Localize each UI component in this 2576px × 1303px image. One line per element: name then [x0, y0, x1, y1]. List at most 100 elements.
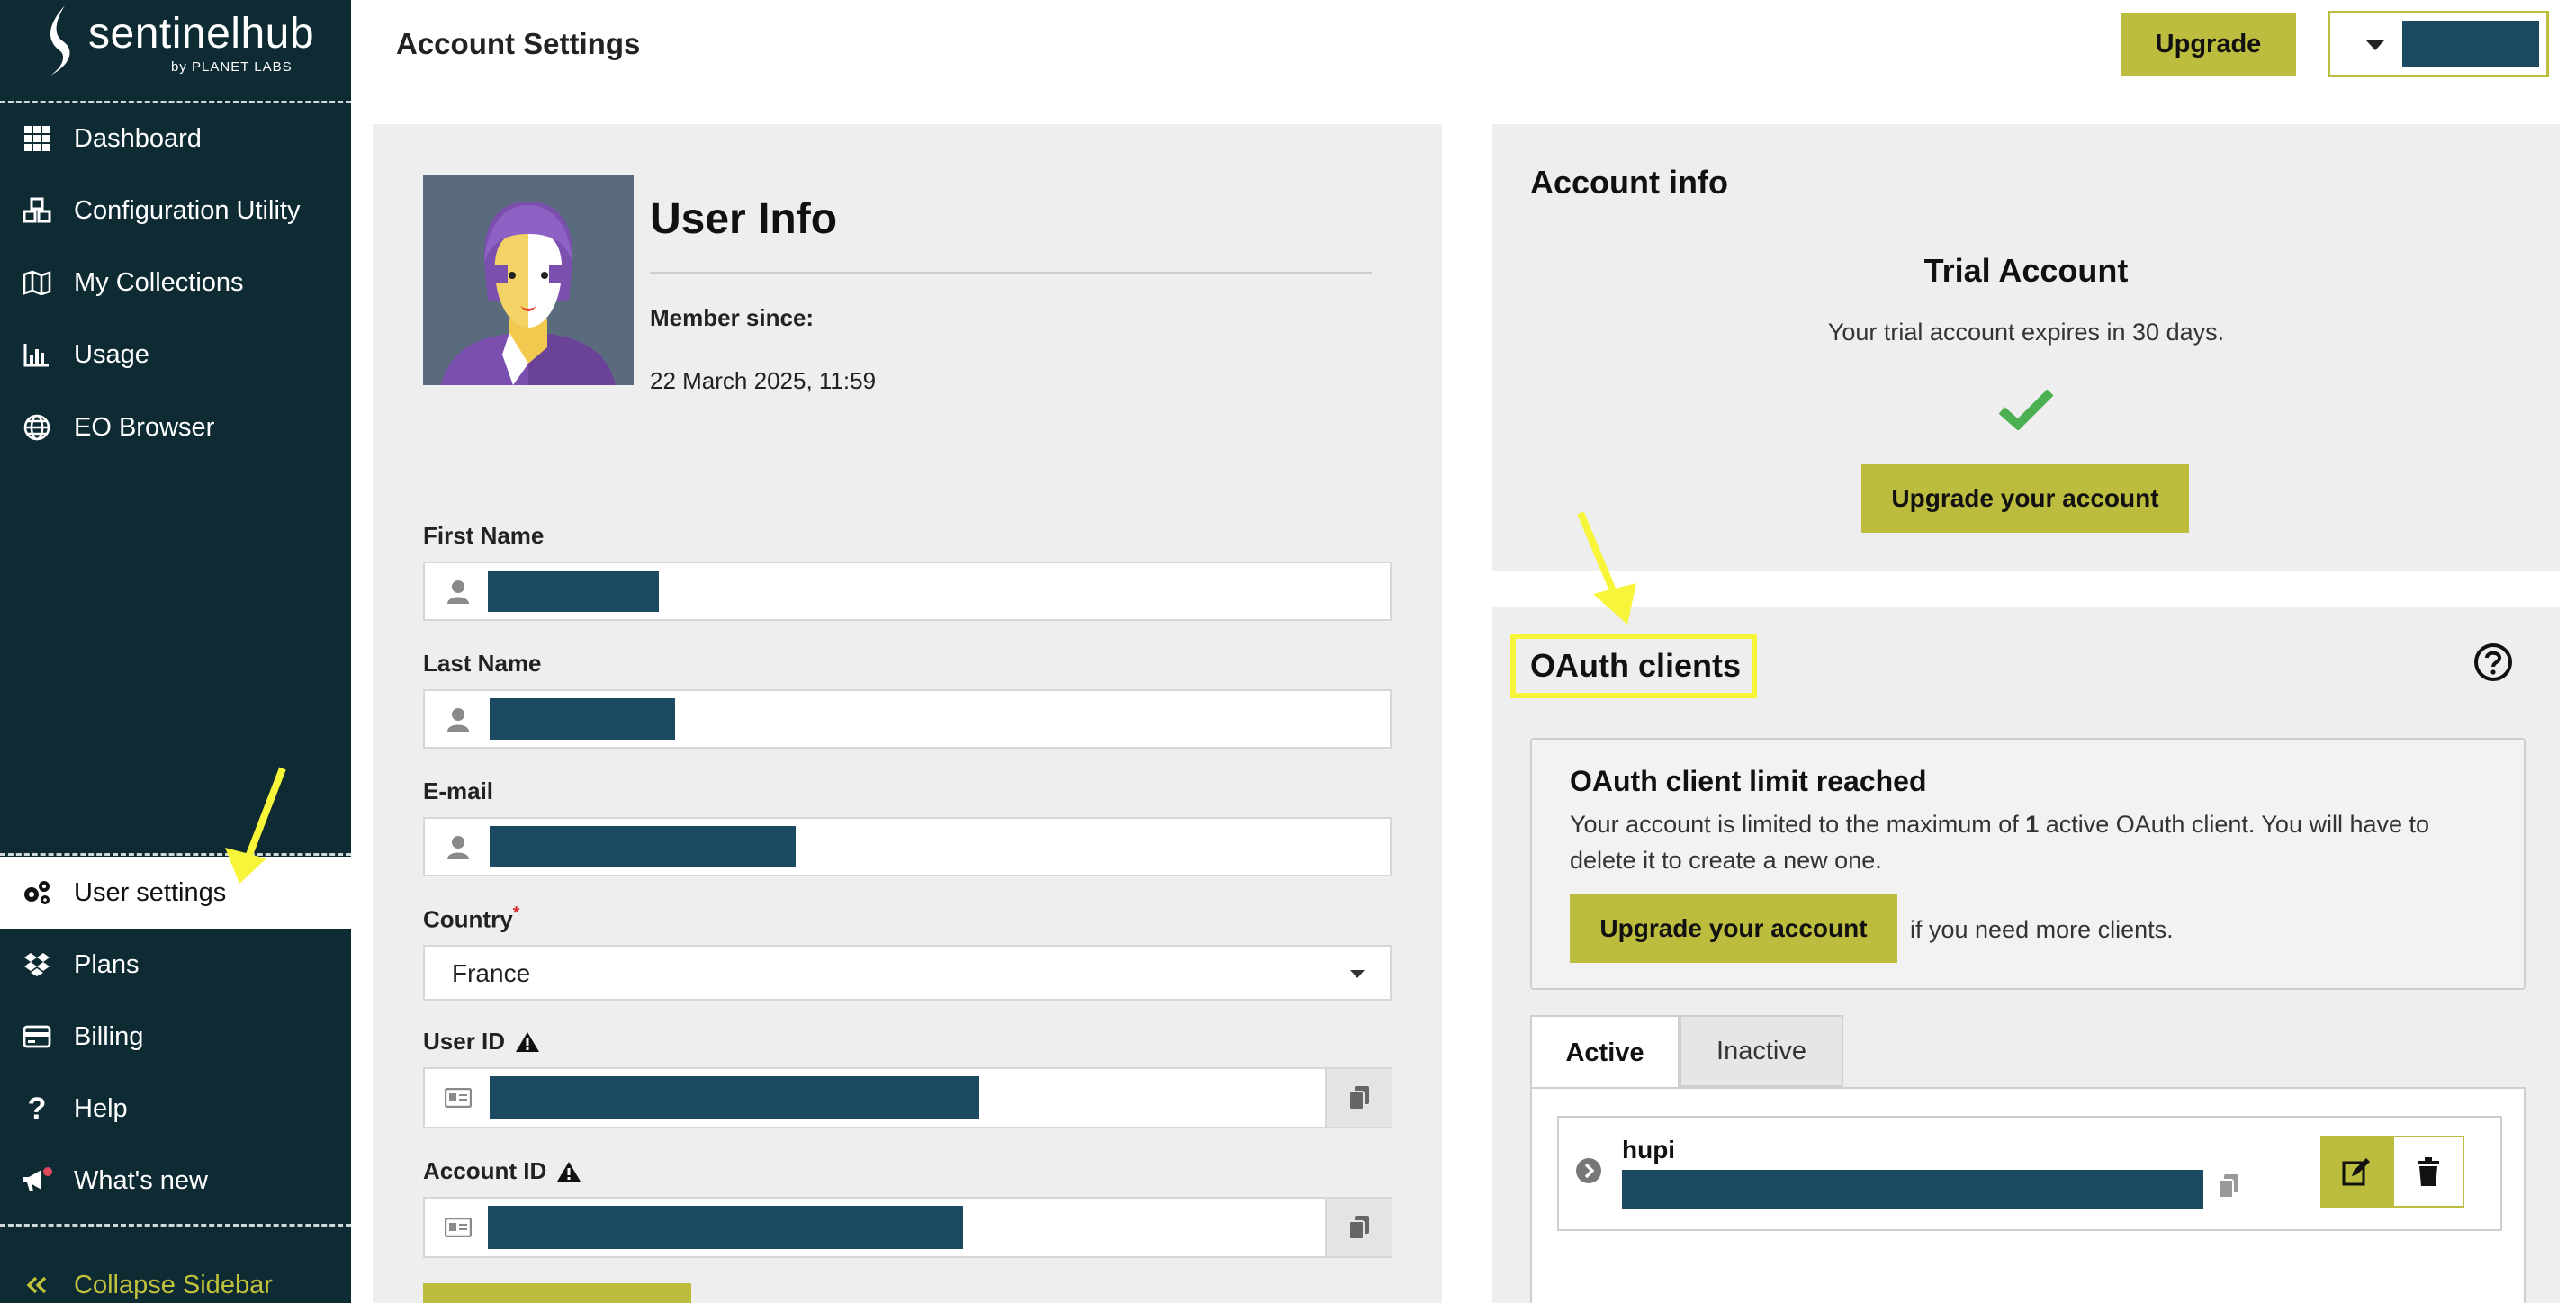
redacted-value: [490, 1076, 979, 1119]
sidebar-item-label: Dashboard: [74, 123, 202, 153]
member-since-label: Member since:: [650, 304, 815, 331]
user-icon: [425, 691, 491, 747]
logo-subtitle: by PLANET LABS: [171, 59, 293, 75]
sentinelhub-logo-icon: [50, 5, 70, 76]
sidebar-item-label: My Collections: [74, 267, 244, 297]
globe-icon: [0, 413, 74, 442]
trash-icon: [2418, 1157, 2439, 1186]
grid-icon: [0, 125, 74, 152]
sidebar-item-eo-browser[interactable]: EO Browser: [0, 391, 351, 463]
last-name-label: Last Name: [423, 650, 542, 677]
collapse-sidebar-button[interactable]: Collapse Sidebar: [0, 1249, 351, 1303]
avatar: [423, 175, 634, 385]
account-id-label-text: Account ID: [423, 1157, 547, 1184]
sidebar-item-whats-new[interactable]: What's new: [0, 1145, 351, 1217]
client-name: hupi: [1622, 1136, 1676, 1164]
copy-user-id-button[interactable]: [1325, 1069, 1392, 1127]
warning-icon[interactable]: [555, 1160, 582, 1183]
sidebar-item-billing[interactable]: Billing: [0, 1001, 351, 1073]
sidebar-item-label: Plans: [74, 949, 140, 979]
upgrade-button[interactable]: Upgrade: [2121, 13, 2296, 76]
sidebar-item-dashboard[interactable]: Dashboard: [0, 103, 351, 175]
sidebar-item-help[interactable]: ? Help: [0, 1073, 351, 1145]
redacted-value: [488, 1206, 963, 1249]
account-info-title: Account info: [1530, 164, 1728, 201]
oauth-clients-title: OAuth clients: [1510, 634, 1757, 698]
first-name-label: First Name: [423, 522, 545, 549]
oauth-limit-notice: OAuth client limit reached Your account …: [1530, 738, 2526, 990]
plan-name: Trial Account: [1923, 252, 2129, 289]
user-id-field[interactable]: [423, 1067, 1392, 1128]
double-chevron-left-icon: [0, 1275, 74, 1295]
warning-icon[interactable]: [514, 1030, 541, 1054]
caret-down-icon: [1350, 970, 1365, 978]
save-button[interactable]: [423, 1283, 691, 1303]
user-icon: [425, 563, 491, 619]
user-menu-dropdown[interactable]: [2328, 11, 2549, 77]
country-select[interactable]: France: [423, 945, 1392, 1001]
logo[interactable]: sentinelhub by PLANET LABS: [0, 0, 351, 101]
first-name-field[interactable]: [423, 562, 1392, 621]
copy-account-id-button[interactable]: [1325, 1199, 1392, 1256]
limit-title: OAuth client limit reached: [1570, 765, 1927, 797]
sidebar-item-label: Usage: [74, 339, 149, 369]
oauth-clients-panel: OAuth clients OAuth client limit reached…: [1492, 607, 2560, 1303]
redacted-value: [490, 826, 796, 867]
divider: [650, 272, 1372, 274]
account-id-field[interactable]: [423, 1197, 1392, 1258]
country-select-value: France: [452, 959, 531, 987]
user-info-title: User Info: [650, 195, 838, 243]
gears-icon: [0, 879, 74, 906]
sidebar-item-plans[interactable]: Plans: [0, 929, 351, 1001]
help-circle-icon[interactable]: [2473, 643, 2513, 682]
sidebar-item-configuration-utility[interactable]: Configuration Utility: [0, 175, 351, 247]
edit-icon: [2342, 1158, 2370, 1186]
upgrade-account-button[interactable]: Upgrade your account: [1861, 464, 2189, 533]
cubes-icon: [0, 197, 74, 224]
edit-client-button[interactable]: [2320, 1136, 2392, 1208]
tab-inactive[interactable]: Inactive: [1680, 1015, 1843, 1087]
id-card-icon: [425, 1199, 491, 1256]
sidebar-item-label: Help: [74, 1093, 128, 1123]
megaphone-icon: [0, 1166, 74, 1195]
sidebar-item-label: Billing: [74, 1021, 144, 1051]
redacted-value: [488, 571, 659, 612]
limit-text: Your account is limited to the maximum o…: [1570, 806, 2497, 878]
copy-icon: [1348, 1216, 1369, 1240]
copy-icon[interactable]: [2218, 1173, 2239, 1199]
user-info-panel: User Info Member since: 22 March 2025, 1…: [373, 124, 1442, 1303]
sidebar-item-label: Configuration Utility: [74, 195, 301, 225]
question-icon: ?: [27, 1091, 47, 1126]
credit-card-icon: [0, 1025, 74, 1048]
account-info-panel: Account info Trial Account Your trial ac…: [1492, 124, 2560, 571]
trial-expiry-text: Your trial account expires in 30 days.: [1827, 319, 2225, 346]
annotation-arrow-oauth: [1577, 511, 1636, 625]
delete-client-button[interactable]: [2392, 1136, 2464, 1208]
limit-text-pre: Your account is limited to the maximum o…: [1570, 811, 2026, 838]
sidebar-item-label: User settings: [74, 877, 227, 907]
sidebar-item-label: What's new: [74, 1165, 208, 1195]
logo-name: sentinelhub: [88, 10, 315, 58]
country-label-text: Country: [423, 905, 513, 933]
expand-chevron-icon[interactable]: [1575, 1157, 1602, 1184]
page-title: Account Settings: [396, 27, 641, 60]
member-since-value: 22 March 2025, 11:59: [650, 367, 877, 394]
redacted-client-id: [1622, 1170, 2203, 1209]
email-field[interactable]: [423, 817, 1392, 876]
redacted-username: [2402, 21, 2539, 67]
user-id-label-text: User ID: [423, 1028, 506, 1055]
country-label: Country*: [423, 903, 519, 934]
bar-chart-icon: [0, 342, 74, 367]
email-label: E-mail: [423, 777, 494, 804]
oauth-client-row: hupi: [1557, 1116, 2502, 1231]
tab-active[interactable]: Active: [1530, 1015, 1680, 1089]
sidebar-item-usage[interactable]: Usage: [0, 319, 351, 391]
collapse-sidebar-label: Collapse Sidebar: [74, 1270, 273, 1299]
last-name-field[interactable]: [423, 689, 1392, 749]
user-id-label: User ID: [423, 1028, 541, 1056]
required-marker: *: [512, 903, 520, 923]
sidebar-item-my-collections[interactable]: My Collections: [0, 247, 351, 319]
map-icon: [0, 270, 74, 295]
upgrade-account-button-oauth[interactable]: Upgrade your account: [1570, 894, 1897, 963]
tab-content: hupi: [1530, 1087, 2526, 1303]
